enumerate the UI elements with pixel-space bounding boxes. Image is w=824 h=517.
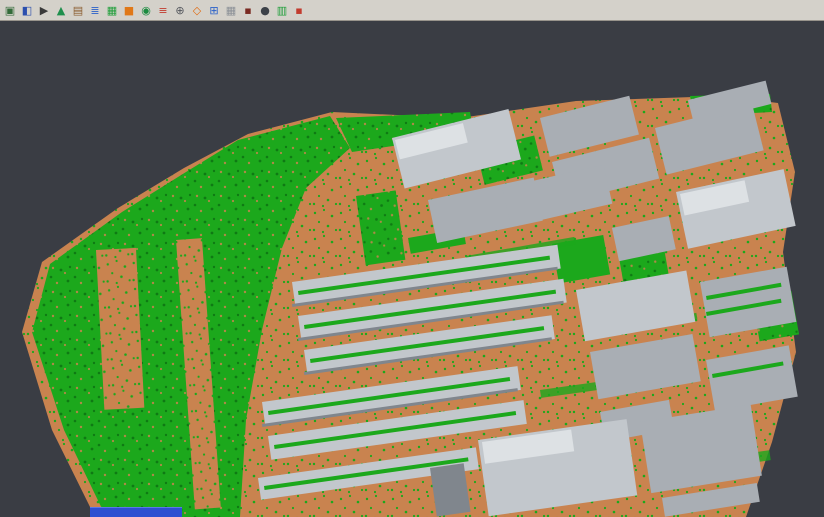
globe-icon[interactable]: ◉: [138, 2, 154, 19]
target-icon[interactable]: ⊕: [172, 2, 188, 19]
database-icon[interactable]: ▤: [70, 2, 86, 19]
mesh-cube-icon[interactable]: ▦: [104, 2, 120, 19]
palette-icon[interactable]: ■: [121, 2, 137, 19]
sphere-icon[interactable]: ●: [257, 2, 273, 19]
measure-icon[interactable]: ≡: [155, 2, 171, 19]
pointer-icon[interactable]: ▶: [36, 2, 52, 19]
monitor-icon[interactable]: ▣: [2, 2, 18, 19]
point-cloud-render: [0, 22, 824, 517]
camera-icon[interactable]: ▪: [240, 2, 256, 19]
grid-icon[interactable]: ▦: [223, 2, 239, 19]
taskbar-item-fragment[interactable]: [90, 507, 182, 517]
chart-icon[interactable]: ▥: [274, 2, 290, 19]
flag-icon[interactable]: ▪: [291, 2, 307, 19]
fit-view-icon[interactable]: ⊞: [206, 2, 222, 19]
layers-icon[interactable]: ≣: [87, 2, 103, 19]
toolbar: ▣◧▶▲▤≣▦■◉≡⊕◇⊞▦▪●▥▪: [0, 0, 824, 21]
terrain-icon[interactable]: ▲: [53, 2, 69, 19]
snap-icon[interactable]: ◇: [189, 2, 205, 19]
split-view-icon[interactable]: ◧: [19, 2, 35, 19]
app-window: ▣◧▶▲▤≣▦■◉≡⊕◇⊞▦▪●▥▪: [0, 0, 824, 517]
3d-viewport[interactable]: [0, 22, 824, 517]
